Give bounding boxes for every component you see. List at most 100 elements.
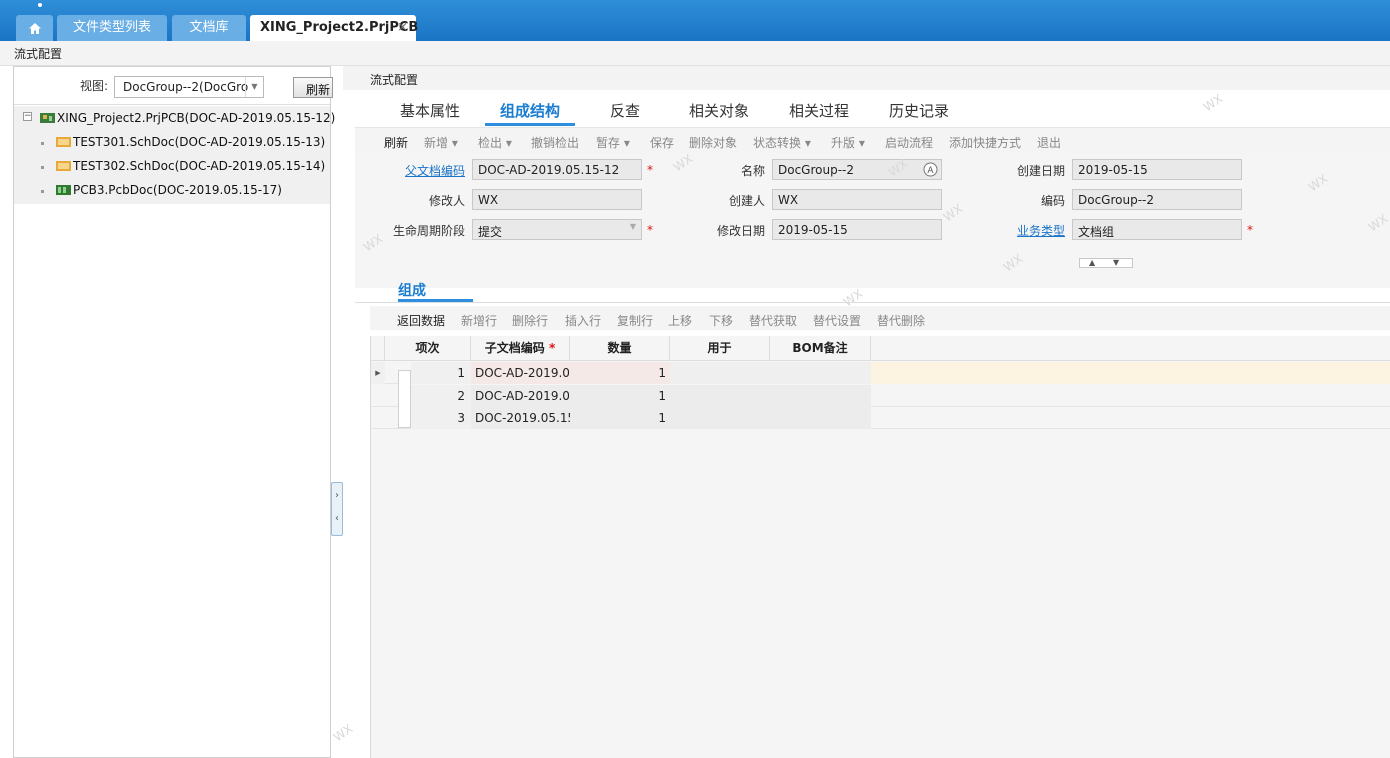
cell-item-no[interactable]: 2 xyxy=(411,385,471,407)
view-select[interactable]: DocGroup--2(DocGro ▼ xyxy=(114,76,264,98)
tree-node-sch-1[interactable]: TEST301.SchDoc(DOC-AD-2019.05.15-13) xyxy=(56,131,325,153)
collapse-toggle-icon[interactable]: − xyxy=(23,112,32,121)
refresh-action[interactable]: 刷新 xyxy=(384,134,408,151)
move-down-action[interactable]: 下移 xyxy=(709,312,733,329)
schematic-icon xyxy=(56,161,71,171)
return-data-action[interactable]: 返回数据 xyxy=(397,312,445,329)
tab-file-type-list[interactable]: 文件类型列表 xyxy=(57,15,167,41)
parent-code-label[interactable]: 父文档编码 xyxy=(405,162,465,179)
start-process-action[interactable]: 启动流程 xyxy=(885,134,933,151)
chevron-up-icon[interactable]: ▲ xyxy=(1089,259,1095,267)
table-row[interactable]: ▶ 1 DOC-AD-2019.05 1 xyxy=(371,362,1390,384)
tab-related-objects[interactable]: 相关对象 xyxy=(689,100,749,121)
lifecycle-select[interactable]: 提交 ▼ xyxy=(472,219,642,240)
biz-type-label[interactable]: 业务类型 xyxy=(1017,222,1065,239)
add-dropdown[interactable]: 新增 ▾ xyxy=(424,134,458,151)
table-row[interactable]: 2 DOC-AD-2019.05 1 xyxy=(371,385,1390,407)
cell-quantity[interactable]: 1 xyxy=(570,385,670,407)
cell-child-code[interactable]: DOC-AD-2019.05 xyxy=(471,385,570,407)
tab-composition[interactable]: 组成结构 xyxy=(500,100,560,121)
cell-quantity[interactable]: 1 xyxy=(570,362,670,384)
col-bom-note[interactable]: BOM备注 xyxy=(770,336,871,361)
panel-collapse-handle[interactable]: › ‹ xyxy=(331,482,343,536)
tab-basic-attributes[interactable]: 基本属性 xyxy=(400,100,460,121)
cell-bom-note[interactable] xyxy=(770,362,871,384)
tree-bullet xyxy=(41,166,44,169)
save-action[interactable]: 保存 xyxy=(650,134,674,151)
parent-code-field[interactable]: DOC-AD-2019.05.15-12 xyxy=(472,159,642,180)
cell-used-for[interactable] xyxy=(670,385,871,407)
code-label: 编码 xyxy=(1041,194,1066,208)
biz-type-field[interactable]: 文档组 xyxy=(1072,219,1242,240)
pcb-project-icon xyxy=(40,113,55,123)
code-field[interactable]: DocGroup--2 xyxy=(1072,189,1242,210)
delete-row-action[interactable]: 删除行 xyxy=(512,312,548,329)
top-tab-bar: 文件类型列表 文档库 XING_Project2.PrjPCB × xyxy=(0,0,1390,41)
col-quantity[interactable]: 数量 xyxy=(570,336,670,361)
view-row: 视图: DocGroup--2(DocGro ▼ 刷新 xyxy=(14,67,333,105)
name-field[interactable]: DocGroup--2 A xyxy=(772,159,942,180)
copy-row-action[interactable]: 复制行 xyxy=(617,312,653,329)
substitute-set-action[interactable]: 替代设置 xyxy=(813,312,861,329)
cell-child-code[interactable]: DOC-2019.05.15- xyxy=(471,407,570,429)
home-icon xyxy=(28,23,41,34)
state-change-dropdown[interactable]: 状态转换 ▾ xyxy=(753,134,811,151)
col-child-code[interactable]: 子文档编码 * xyxy=(471,336,570,361)
attribute-form: 父文档编码 DOC-AD-2019.05.15-12 * 名称 DocGroup… xyxy=(355,153,1390,288)
left-panel: 视图: DocGroup--2(DocGro ▼ 刷新 − XING_Proje… xyxy=(13,66,335,758)
cell-child-code[interactable]: DOC-AD-2019.05 xyxy=(471,362,570,384)
checkout-dropdown[interactable]: 检出 ▾ xyxy=(478,134,512,151)
modifier-field[interactable]: WX xyxy=(472,189,642,210)
row-checkbox-column[interactable] xyxy=(398,370,411,428)
tree-node-root[interactable]: XING_Project2.PrjPCB(DOC-AD-2019.05.15-1… xyxy=(40,107,335,129)
upgrade-dropdown[interactable]: 升版 ▾ xyxy=(831,134,865,151)
tab-project[interactable]: XING_Project2.PrjPCB × xyxy=(250,15,418,41)
panel-title: 流式配置 xyxy=(343,66,1390,90)
tree-node-label: XING_Project2.PrjPCB(DOC-AD-2019.05.15-1… xyxy=(57,111,336,125)
tab-reverse-lookup[interactable]: 反查 xyxy=(610,100,640,121)
col-child-code-label: 子文档编码 xyxy=(484,341,545,355)
chevron-down-icon[interactable]: ▼ xyxy=(245,77,263,97)
substitute-get-action[interactable]: 替代获取 xyxy=(749,312,797,329)
cell-item-no[interactable]: 1 xyxy=(411,362,471,384)
col-used-for[interactable]: 用于 xyxy=(670,336,770,361)
chevron-down-icon[interactable]: ▼ xyxy=(1113,259,1119,267)
chevron-right-icon[interactable]: › xyxy=(332,490,342,501)
move-up-action[interactable]: 上移 xyxy=(668,312,692,329)
tab-related-process[interactable]: 相关过程 xyxy=(789,100,849,121)
doc-tree: − XING_Project2.PrjPCB(DOC-AD-2019.05.15… xyxy=(14,106,335,204)
tab-history[interactable]: 历史记录 xyxy=(889,100,949,121)
tree-node-pcb[interactable]: PCB3.PcbDoc(DOC-2019.05.15-17) xyxy=(56,179,282,201)
chevron-down-icon[interactable]: ▼ xyxy=(630,222,636,231)
refresh-button[interactable]: 刷新 xyxy=(293,77,333,98)
home-tab[interactable] xyxy=(16,15,53,41)
modified-date-label: 修改日期 xyxy=(717,224,766,238)
clear-icon[interactable]: A xyxy=(923,162,938,177)
table-row[interactable]: 3 DOC-2019.05.15- 1 xyxy=(371,407,1390,429)
cell-item-no[interactable]: 3 xyxy=(411,407,471,429)
creator-field[interactable]: WX xyxy=(772,189,942,210)
add-shortcut-action[interactable]: 添加快捷方式 xyxy=(949,134,1021,151)
created-date-field[interactable]: 2019-05-15 xyxy=(1072,159,1242,180)
undo-checkout-action[interactable]: 撤销检出 xyxy=(531,134,579,151)
form-collapse-arrows[interactable]: ▲ ▼ xyxy=(1079,258,1133,268)
stash-dropdown[interactable]: 暂存 ▾ xyxy=(596,134,630,151)
col-item-no[interactable]: 项次 xyxy=(385,336,471,361)
tab-composition-section[interactable]: 组成 xyxy=(398,280,426,300)
cell-used-for[interactable] xyxy=(670,407,871,429)
tab-doc-library[interactable]: 文档库 xyxy=(172,15,246,41)
modified-date-field[interactable]: 2019-05-15 xyxy=(772,219,942,240)
cell-quantity[interactable]: 1 xyxy=(570,407,670,429)
view-select-value: DocGroup--2(DocGro xyxy=(123,80,249,94)
cell-used-for[interactable] xyxy=(670,362,770,384)
add-row-action[interactable]: 新增行 xyxy=(461,312,497,329)
insert-row-action[interactable]: 插入行 xyxy=(565,312,601,329)
delete-object-action[interactable]: 删除对象 xyxy=(689,134,737,151)
exit-action[interactable]: 退出 xyxy=(1037,134,1061,151)
current-row-indicator-icon: ▶ xyxy=(371,362,385,384)
substitute-delete-action[interactable]: 替代删除 xyxy=(877,312,925,329)
close-icon[interactable]: × xyxy=(397,15,408,41)
tree-node-sch-2[interactable]: TEST302.SchDoc(DOC-AD-2019.05.15-14) xyxy=(56,155,325,177)
chevron-left-icon[interactable]: ‹ xyxy=(332,513,342,524)
creator-label: 创建人 xyxy=(729,194,766,208)
